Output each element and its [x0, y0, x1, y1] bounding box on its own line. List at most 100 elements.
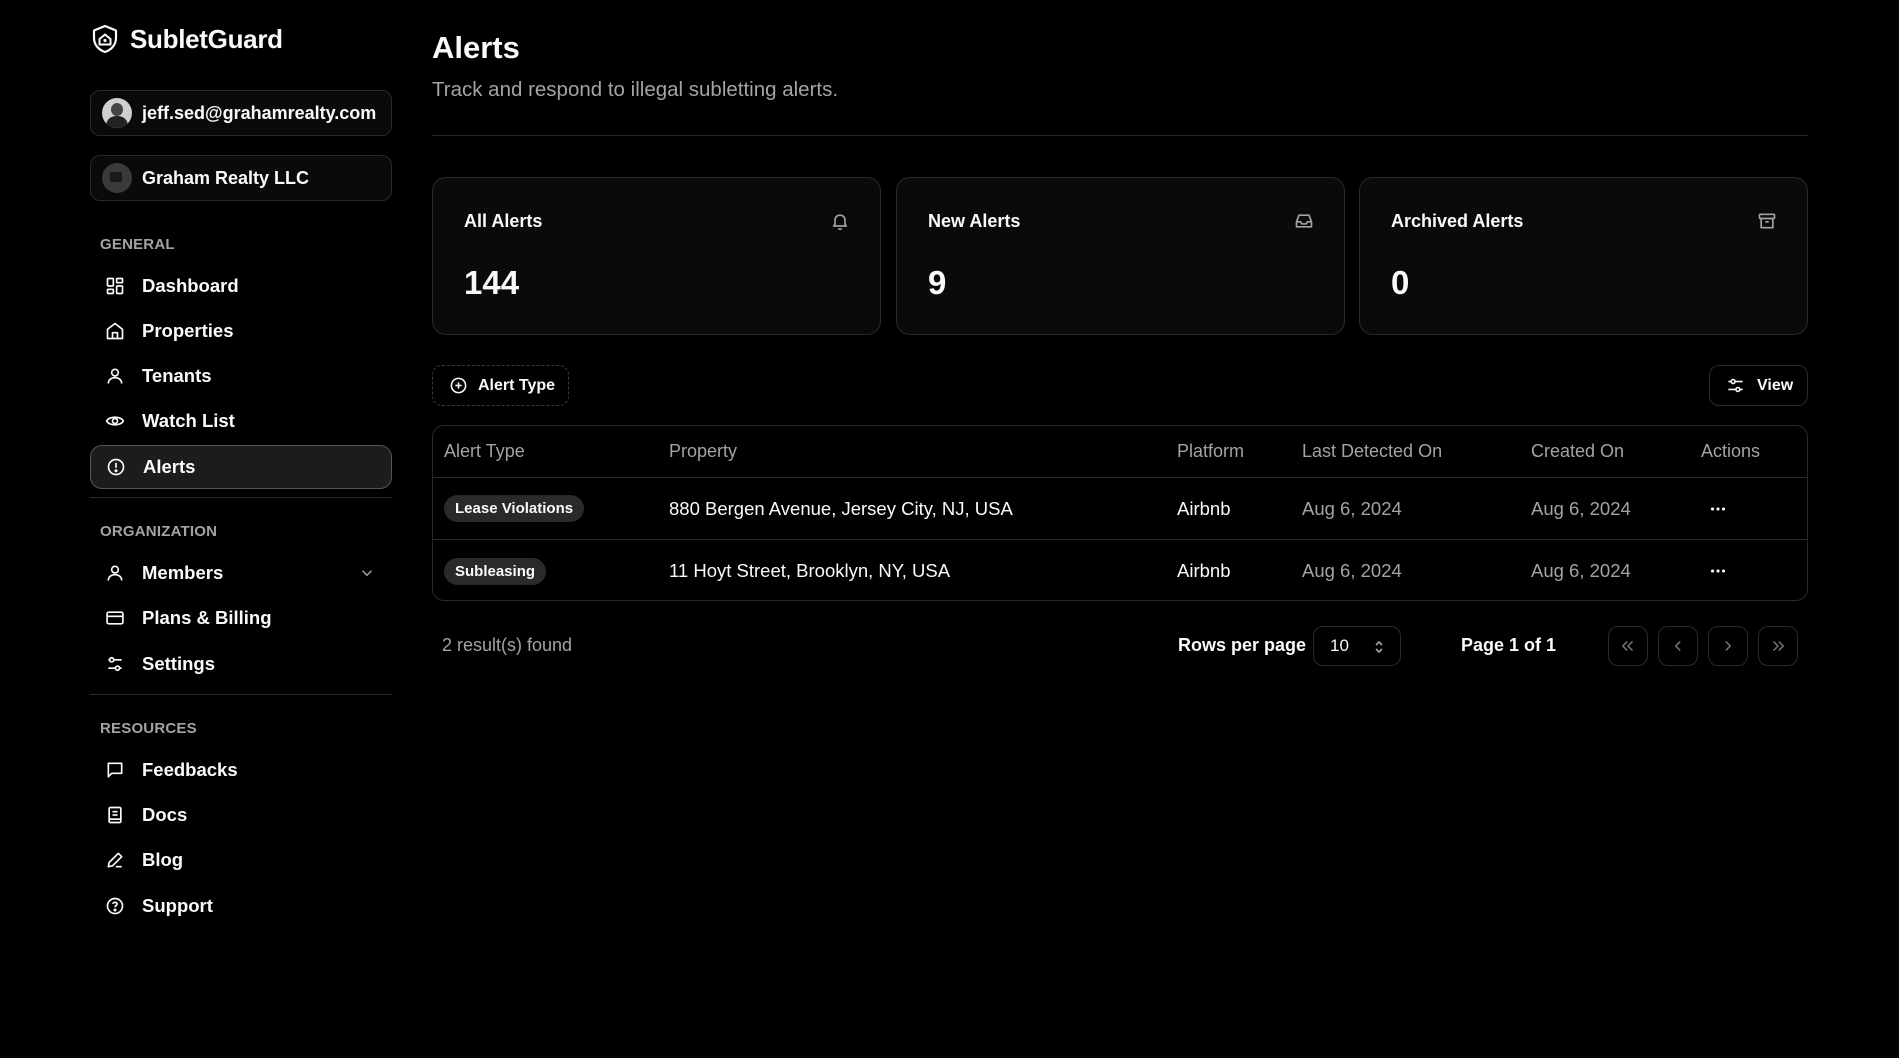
organization-name: Graham Realty LLC	[142, 167, 310, 188]
help-circle-icon	[106, 897, 124, 915]
sidebar-item-watch-list[interactable]: Watch List	[90, 399, 392, 443]
sidebar-item-label: Members	[142, 562, 224, 583]
page-subtitle: Track and respond to illegal subletting …	[432, 78, 839, 101]
rows-per-page-select[interactable]: 10	[1313, 626, 1401, 666]
sliders-icon	[108, 656, 122, 672]
table-row[interactable]: Subleasing 11 Hoyt Street, Brooklyn, NY,…	[433, 540, 1807, 600]
book-icon	[108, 806, 122, 824]
stat-card-label: New Alerts	[928, 211, 1021, 231]
brand[interactable]: SubletGuard	[90, 22, 283, 56]
column-header-property[interactable]: Property	[669, 426, 737, 477]
account-email: jeff.sed@grahamrealty.com	[142, 102, 377, 123]
archive-icon	[1758, 213, 1776, 229]
sidebar-item-blog[interactable]: Blog	[90, 838, 392, 882]
platform-cell: Airbnb	[1177, 497, 1231, 519]
alerts-table: Alert Type Property Platform Last Detect…	[432, 425, 1808, 601]
actions-cell	[1707, 478, 1729, 539]
sidebar-item-plans-billing[interactable]: Plans & Billing	[90, 596, 392, 640]
alert-type-filter-button[interactable]: Alert Type	[432, 365, 569, 406]
actions-cell	[1707, 540, 1729, 600]
table-header-row: Alert Type Property Platform Last Detect…	[433, 426, 1807, 478]
sidebar-item-label: Watch List	[142, 410, 235, 431]
plus-circle-icon	[450, 377, 467, 394]
stat-card-label: All Alerts	[464, 211, 543, 231]
bell-icon	[832, 214, 848, 230]
last-page-button[interactable]	[1758, 626, 1798, 666]
rows-per-page-label: Rows per page	[1178, 635, 1307, 655]
sidebar-item-label: Support	[142, 895, 213, 916]
sidebar-item-label: Feedbacks	[142, 759, 238, 780]
alert-type-badge: Lease Violations	[444, 495, 585, 522]
sidebar-item-properties[interactable]: Properties	[90, 309, 392, 353]
sidebar-item-members[interactable]: Members	[90, 551, 392, 595]
column-header-created-on[interactable]: Created On	[1531, 426, 1624, 477]
last-detected-cell: Aug 6, 2024	[1302, 497, 1402, 519]
more-horizontal-icon[interactable]	[1707, 498, 1729, 520]
inbox-icon	[1295, 214, 1313, 228]
dashboard-icon	[106, 277, 124, 295]
alert-circle-icon	[107, 458, 125, 476]
sidebar-item-label: Plans & Billing	[142, 607, 272, 628]
filter-label: Alert Type	[478, 376, 556, 394]
sidebar-divider	[90, 497, 392, 498]
property-cell: 11 Hoyt Street, Brooklyn, NY, USA	[669, 560, 951, 581]
alert-type-cell: Lease Violations	[444, 478, 585, 539]
property-cell: 880 Bergen Avenue, Jersey City, NJ, USA	[669, 497, 1013, 519]
table-row[interactable]: Lease Violations 880 Bergen Avenue, Jers…	[433, 478, 1807, 540]
last-detected-cell: Aug 6, 2024	[1302, 560, 1402, 581]
alert-type-cell: Subleasing	[444, 540, 547, 600]
brand-name: SubletGuard	[130, 23, 283, 54]
chevron-down-icon[interactable]	[358, 564, 376, 582]
sidebar-item-dashboard[interactable]: Dashboard	[90, 264, 392, 308]
pen-icon	[107, 852, 123, 868]
column-header-last-detected[interactable]: Last Detected On	[1302, 426, 1442, 477]
stat-card-archived-alerts: Archived Alerts 0	[1359, 177, 1808, 335]
org-avatar	[102, 163, 132, 193]
sidebar-item-label: Docs	[142, 804, 188, 825]
sidebar-item-tenants[interactable]: Tenants	[90, 354, 392, 398]
chevrons-left-icon	[1621, 640, 1634, 652]
message-icon	[107, 762, 123, 778]
header-divider	[432, 135, 1808, 136]
sidebar-item-support[interactable]: Support	[90, 884, 392, 928]
stat-card-value: 144	[464, 264, 520, 301]
sidebar-item-label: Blog	[142, 849, 184, 870]
chevrons-up-down-icon	[1375, 640, 1383, 654]
section-label-organization: ORGANIZATION	[100, 523, 218, 540]
user-icon	[107, 368, 123, 384]
organization-switcher[interactable]: Graham Realty LLC	[90, 155, 392, 201]
sidebar-item-docs[interactable]: Docs	[90, 793, 392, 837]
avatar	[102, 98, 132, 128]
sliders-icon	[1728, 378, 1743, 393]
stat-card-value: 9	[928, 264, 947, 301]
chevrons-right-icon	[1772, 640, 1785, 652]
shield-logo-icon	[92, 24, 118, 54]
page-info: Page 1 of 1	[1461, 635, 1557, 655]
previous-page-button[interactable]	[1658, 626, 1698, 666]
sidebar-item-alerts[interactable]: Alerts	[90, 445, 392, 489]
view-label: View	[1757, 376, 1794, 394]
stat-card-label: Archived Alerts	[1391, 211, 1524, 231]
sidebar-item-feedbacks[interactable]: Feedbacks	[90, 748, 392, 792]
section-label-general: GENERAL	[100, 236, 175, 253]
column-header-alert-type[interactable]: Alert Type	[444, 426, 525, 477]
more-horizontal-icon[interactable]	[1707, 560, 1729, 582]
page-title: Alerts	[432, 30, 520, 65]
sidebar-divider	[90, 694, 392, 695]
results-count: 2 result(s) found	[442, 635, 573, 655]
sidebar-item-label: Properties	[142, 320, 234, 341]
stat-card-new-alerts: New Alerts 9	[896, 177, 1345, 335]
account-switcher[interactable]: jeff.sed@grahamrealty.com	[90, 90, 392, 136]
sidebar-item-label: Settings	[142, 653, 215, 674]
sidebar-item-label: Dashboard	[142, 275, 239, 296]
sidebar-item-label: Alerts	[143, 456, 196, 477]
created-on-cell: Aug 6, 2024	[1531, 497, 1631, 519]
chevron-left-icon	[1674, 640, 1681, 652]
stat-card-all-alerts: All Alerts 144	[432, 177, 881, 335]
next-page-button[interactable]	[1708, 626, 1748, 666]
column-header-platform[interactable]: Platform	[1177, 426, 1244, 477]
credit-card-icon	[106, 611, 124, 625]
first-page-button[interactable]	[1608, 626, 1648, 666]
view-options-button[interactable]: View	[1709, 365, 1808, 406]
sidebar-item-settings[interactable]: Settings	[90, 642, 392, 686]
